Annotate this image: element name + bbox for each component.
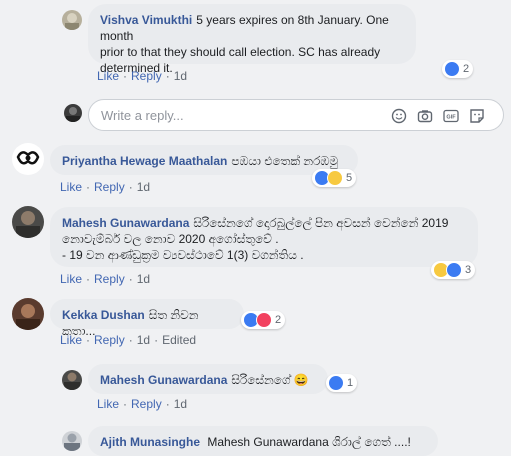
comment-text: සිරිසේනගේ දොරබුල්ලේ පින අවසන් වෙන්නේ 201… [193, 216, 449, 230]
timestamp[interactable]: 1d [137, 180, 150, 194]
like-link[interactable]: Like [97, 397, 119, 411]
svg-text:GIF: GIF [446, 115, 456, 121]
reply-link[interactable]: Reply [131, 69, 162, 83]
gif-icon[interactable]: GIF [443, 108, 459, 124]
camera-icon[interactable] [417, 108, 433, 124]
comment-author[interactable]: Vishva Vimukthi [100, 13, 192, 27]
comment-text: prior to that they should call election.… [100, 45, 381, 59]
reaction-count: 1 [347, 377, 354, 389]
reply-placeholder-text: Write a reply... [101, 108, 184, 123]
comment-text: නොවැම්බර් වල නොව 2020 අගෝස්තුවේ . [62, 232, 279, 246]
avatar[interactable] [62, 10, 82, 30]
comment-author[interactable]: Kekka Dushan [62, 308, 145, 322]
avatar-image [13, 144, 43, 174]
comment-bubble: Mahesh Gunawardana සිරිසේනගේ 😄 [88, 364, 328, 394]
current-user-avatar [64, 104, 82, 122]
comment-author[interactable]: Mahesh Gunawardana [100, 373, 227, 387]
reaction-count: 3 [465, 264, 472, 276]
avatar-image [65, 13, 79, 30]
haha-reaction-icon [327, 170, 343, 186]
reaction-summary[interactable]: 2 [241, 311, 286, 329]
comment-author[interactable]: Priyantha Hewage Maathalan [62, 154, 227, 168]
comment-actions: Like · Reply · 1d [97, 397, 188, 411]
like-link[interactable]: Like [60, 272, 82, 286]
reply-link[interactable]: Reply [131, 397, 162, 411]
reply-link[interactable]: Reply [94, 272, 125, 286]
comment-bubble: Mahesh Gunawardana සිරිසේනගේ දොරබුල්ලේ පි… [50, 207, 478, 267]
like-link[interactable]: Like [60, 333, 82, 347]
avatar[interactable] [12, 206, 44, 238]
like-reaction-icon [444, 61, 460, 77]
edited-label[interactable]: Edited [162, 333, 196, 347]
reaction-summary[interactable]: 5 [312, 169, 357, 187]
avatar-image [16, 304, 40, 330]
comment-text: - 19 වන ආණ්ඩුක්‍රම ව්‍යවස්ථාවේ 1(3) වගන්… [62, 248, 304, 262]
comment-bubble: Ajith Munasinghe Mahesh Gunawardana ශිරා… [88, 426, 438, 456]
avatar-image [64, 433, 80, 451]
like-reaction-icon [328, 375, 344, 391]
avatar-image [66, 107, 80, 122]
avatar[interactable] [62, 370, 82, 390]
comment-author[interactable]: Mahesh Gunawardana [62, 216, 189, 230]
like-link[interactable]: Like [60, 180, 82, 194]
love-reaction-icon [256, 312, 272, 328]
comment-actions: Like · Reply · 1d · Edited [60, 333, 197, 347]
comment-text: Mahesh Gunawardana ශිරාල් ගෙත් ....! [207, 435, 411, 449]
comment-actions: Like · Reply · 1d [97, 69, 188, 83]
timestamp[interactable]: 1d [137, 333, 150, 347]
like-reaction-icon [446, 262, 462, 278]
like-link[interactable]: Like [97, 69, 119, 83]
reaction-summary[interactable]: 3 [431, 261, 476, 279]
comment-actions: Like · Reply · 1d [60, 180, 151, 194]
reaction-summary[interactable]: 2 [442, 60, 474, 78]
avatar[interactable] [12, 298, 44, 330]
avatar[interactable] [12, 143, 44, 175]
comment-text: සිරිසේනගේ 😄 [231, 373, 309, 387]
sticker-icon[interactable] [469, 108, 485, 124]
comment-bubble: Priyantha Hewage Maathalan පඹයා එතෙක් නරඹ… [50, 145, 358, 175]
comment-text: පඹයා එතෙක් නරඹමු [231, 154, 338, 168]
comment-actions: Like · Reply · 1d [60, 272, 151, 286]
comment-bubble: Kekka Dushan සිත නිවන කතා... [50, 299, 244, 338]
comment-bubble: Vishva Vimukthi 5 years expires on 8th Ja… [88, 4, 416, 75]
comment-author[interactable]: Ajith Munasinghe [100, 435, 200, 449]
timestamp[interactable]: 1d [174, 69, 187, 83]
avatar-image [64, 372, 80, 390]
reaction-count: 2 [275, 314, 282, 326]
avatar[interactable] [62, 431, 82, 451]
avatar-image [16, 211, 40, 238]
reaction-count: 2 [463, 63, 470, 75]
emoji-icon[interactable] [391, 108, 407, 124]
timestamp[interactable]: 1d [137, 272, 150, 286]
reaction-count: 5 [346, 172, 353, 184]
reply-link[interactable]: Reply [94, 333, 125, 347]
reply-input[interactable]: Write a reply... GIF [88, 99, 504, 131]
reaction-summary[interactable]: 1 [326, 374, 358, 392]
timestamp[interactable]: 1d [174, 397, 187, 411]
reply-link[interactable]: Reply [94, 180, 125, 194]
